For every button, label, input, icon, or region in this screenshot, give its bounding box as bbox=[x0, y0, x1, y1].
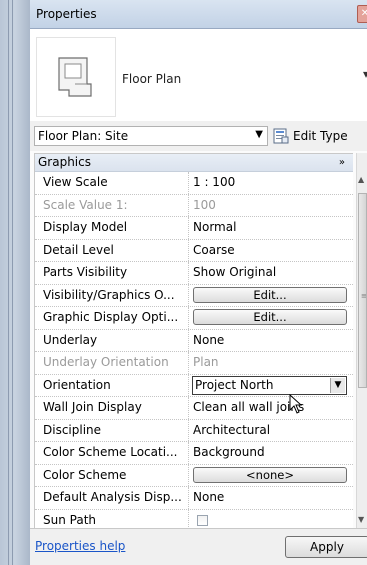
property-value: Show Original bbox=[193, 265, 277, 279]
dropdown-value: Project North bbox=[195, 377, 274, 392]
property-row[interactable]: Visibility/Graphics O... Edit... bbox=[35, 284, 353, 307]
scroll-up-icon[interactable]: ▲ bbox=[358, 175, 364, 184]
instance-dropdown-value: Floor Plan: Site bbox=[38, 129, 129, 143]
property-value: Coarse bbox=[193, 242, 235, 257]
property-edit-button[interactable]: Edit... bbox=[193, 286, 347, 303]
property-value-cell[interactable]: 1 : 100 bbox=[189, 172, 353, 194]
property-row[interactable]: Color Scheme <none> bbox=[35, 464, 353, 487]
property-value-cell[interactable]: Show Original bbox=[189, 262, 353, 284]
property-name: Display Model bbox=[35, 217, 189, 239]
collapse-icon[interactable]: » bbox=[339, 154, 345, 171]
title-bar[interactable]: Properties ✕ bbox=[30, 0, 367, 29]
property-name: Underlay bbox=[35, 329, 189, 351]
property-name: Sun Path bbox=[35, 509, 189, 529]
properties-help-link[interactable]: Properties help bbox=[35, 539, 125, 553]
property-name: Scale Value 1: bbox=[35, 194, 189, 216]
property-edit-button[interactable]: <none> bbox=[193, 466, 347, 483]
property-value-cell[interactable]: None bbox=[189, 487, 353, 509]
property-name: Default Analysis Disp... bbox=[35, 487, 189, 509]
property-name: View Scale bbox=[35, 172, 189, 194]
property-value: None bbox=[193, 332, 225, 347]
property-name: Wall Join Display bbox=[35, 397, 189, 419]
property-row[interactable]: Display Model Normal bbox=[35, 217, 353, 240]
sun-path-checkbox[interactable] bbox=[197, 514, 208, 526]
instance-selector-row: Floor Plan: Site ▼ Edit Type bbox=[30, 121, 367, 151]
property-row[interactable]: Orientation Project North ▼ bbox=[35, 374, 353, 397]
group-header-graphics[interactable]: Graphics » bbox=[35, 154, 353, 172]
property-row[interactable]: Color Scheme Locati... Background bbox=[35, 442, 353, 465]
type-selector[interactable]: Floor Plan ▾ bbox=[30, 29, 367, 122]
property-value-cell[interactable]: Edit... bbox=[189, 285, 353, 307]
grip-icon: ≡ bbox=[361, 292, 367, 300]
property-value: 1 : 100 bbox=[193, 175, 236, 189]
property-value-cell[interactable]: Clean all wall joins bbox=[189, 397, 353, 419]
property-name: Detail Level bbox=[35, 239, 189, 261]
property-name: Parts Visibility bbox=[35, 262, 189, 284]
floor-plan-icon bbox=[36, 37, 116, 117]
chevron-down-icon: ▼ bbox=[255, 129, 263, 140]
edit-type-icon bbox=[273, 128, 289, 144]
apply-button[interactable]: Apply bbox=[285, 536, 367, 558]
property-row[interactable]: Wall Join Display Clean all wall joins bbox=[35, 397, 353, 420]
properties-grid: Graphics » View Scale 1 : 100 Scale Value … bbox=[34, 153, 353, 529]
footer: Properties help Apply bbox=[30, 528, 367, 565]
scroll-down-icon[interactable]: ▼ bbox=[358, 515, 364, 524]
chevron-down-icon[interactable]: ▾ bbox=[363, 67, 367, 81]
edit-type-button[interactable]: Edit Type bbox=[273, 126, 348, 146]
property-name: Discipline bbox=[35, 419, 189, 441]
type-name: Floor Plan bbox=[122, 72, 182, 86]
property-row[interactable]: Default Analysis Disp... None bbox=[35, 487, 353, 510]
property-value: 100 bbox=[193, 197, 216, 212]
property-row[interactable]: Underlay Orientation Plan bbox=[35, 352, 353, 375]
properties-panel: Properties ✕ Floor Plan ▾ Floor Plan: Si… bbox=[30, 0, 367, 565]
property-value: Background bbox=[193, 445, 265, 459]
property-row[interactable]: View Scale 1 : 100 bbox=[35, 172, 353, 195]
property-value-cell[interactable]: Background bbox=[189, 442, 353, 464]
property-row[interactable]: Sun Path bbox=[35, 509, 353, 530]
chevron-down-icon[interactable]: ▼ bbox=[330, 377, 345, 393]
property-value-cell[interactable]: Plan bbox=[189, 352, 353, 374]
property-value: Plan bbox=[193, 355, 219, 369]
property-value: Architectural bbox=[193, 422, 271, 437]
property-name: Visibility/Graphics O... bbox=[35, 284, 189, 306]
property-row[interactable]: Underlay None bbox=[35, 329, 353, 352]
scrollbar-thumb[interactable]: ≡ bbox=[358, 193, 367, 388]
property-value: None bbox=[193, 490, 225, 504]
orientation-dropdown[interactable]: Project North ▼ bbox=[192, 375, 347, 395]
property-edit-button[interactable]: Edit... bbox=[193, 309, 347, 325]
window-title: Properties bbox=[36, 7, 97, 21]
property-name: Color Scheme bbox=[35, 464, 189, 486]
scrollbar[interactable]: ▲ ≡ ▼ bbox=[356, 153, 367, 528]
property-value-cell[interactable]: 100 bbox=[189, 195, 353, 217]
property-value-cell[interactable]: None bbox=[189, 330, 353, 352]
property-value: Clean all wall joins bbox=[193, 400, 305, 414]
property-name: Orientation bbox=[35, 374, 189, 396]
property-row[interactable]: Detail Level Coarse bbox=[35, 239, 353, 262]
property-value-cell[interactable]: <none> bbox=[189, 465, 353, 487]
property-name: Underlay Orientation bbox=[35, 352, 189, 374]
property-row[interactable]: Graphic Display Opti... Edit... bbox=[35, 307, 353, 330]
edit-type-label: Edit Type bbox=[293, 129, 348, 143]
property-name: Color Scheme Locati... bbox=[35, 442, 189, 464]
left-window-frame bbox=[0, 0, 31, 565]
property-name: Graphic Display Opti... bbox=[35, 307, 189, 329]
group-label: Graphics bbox=[38, 155, 91, 169]
property-value-cell[interactable]: Architectural bbox=[189, 420, 353, 442]
property-value: Normal bbox=[193, 220, 237, 234]
property-row[interactable]: Parts Visibility Show Original bbox=[35, 262, 353, 285]
property-row[interactable]: Scale Value 1: 100 bbox=[35, 194, 353, 217]
property-value-cell[interactable]: Project North ▼ bbox=[189, 375, 353, 397]
frame-stripe bbox=[12, 0, 13, 565]
close-icon[interactable]: ✕ bbox=[357, 5, 367, 23]
property-value-cell[interactable]: Coarse bbox=[189, 240, 353, 262]
property-row[interactable]: Discipline Architectural bbox=[35, 419, 353, 442]
frame-stripe bbox=[8, 0, 9, 565]
property-value-cell[interactable]: Normal bbox=[189, 217, 353, 239]
instance-dropdown[interactable]: Floor Plan: Site ▼ bbox=[34, 126, 268, 146]
property-value-cell[interactable] bbox=[189, 510, 353, 530]
property-value-cell[interactable]: Edit... bbox=[189, 307, 353, 329]
